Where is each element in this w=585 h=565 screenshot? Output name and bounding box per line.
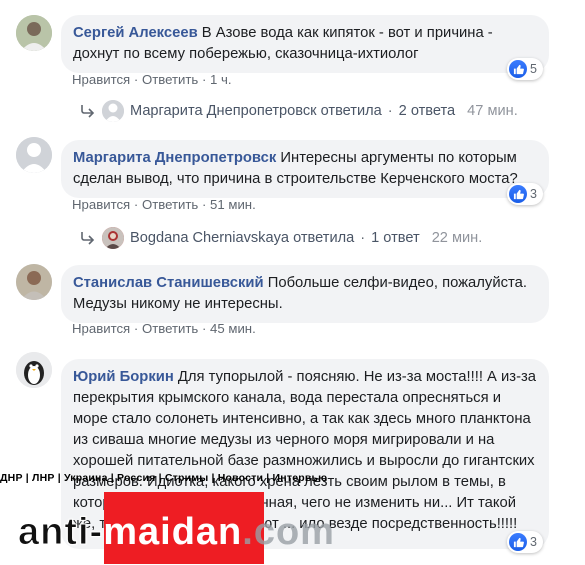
like-icon bbox=[509, 533, 527, 551]
comment-author[interactable]: Юрий Боркин bbox=[73, 369, 174, 385]
reaction-count[interactable]: 5 bbox=[507, 58, 543, 80]
reply-count: 2 ответа bbox=[398, 103, 456, 119]
like-icon bbox=[509, 185, 527, 203]
reaction-number: 5 bbox=[530, 62, 537, 76]
comment-time[interactable]: 1 ч. bbox=[210, 72, 232, 87]
comment-author[interactable]: Маргарита Днепропетровск bbox=[73, 150, 276, 166]
reaction-count[interactable]: 3 bbox=[507, 531, 543, 553]
view-replies[interactable]: Bogdana Cherniavskaya ответила · 1 ответ… bbox=[80, 227, 482, 249]
comment-bubble: Сергей Алексеев В Азове вода как кипяток… bbox=[61, 15, 549, 73]
reply-arrow-icon bbox=[81, 105, 95, 118]
reply-arrow-icon bbox=[81, 232, 95, 245]
like-icon bbox=[509, 60, 527, 78]
comment-actions: Нравится · Ответить · 45 мин. bbox=[72, 321, 256, 336]
comment-author[interactable]: Станислав Станишевский bbox=[73, 275, 264, 291]
reply-time: 22 мин. bbox=[431, 230, 483, 246]
like-link[interactable]: Нравится bbox=[72, 321, 130, 336]
reaction-number: 3 bbox=[530, 187, 537, 201]
reply-count: 1 ответ bbox=[371, 230, 420, 246]
comment-time[interactable]: 45 мин. bbox=[210, 321, 256, 336]
like-link[interactable]: Нравится bbox=[72, 197, 130, 212]
reply-summary: Маргарита Днепропетровск ответила bbox=[130, 103, 382, 119]
comment-time[interactable]: 51 мин. bbox=[210, 197, 256, 212]
comment-text: Для тупорылой - поясняю. Не из-за моста!… bbox=[73, 369, 537, 532]
avatar[interactable] bbox=[16, 137, 52, 173]
reply-time: 47 мин. bbox=[467, 103, 518, 119]
comment-actions: Нравится · Ответить · 1 ч. bbox=[72, 72, 232, 87]
reply-avatar bbox=[102, 100, 124, 122]
reply-avatar bbox=[102, 227, 124, 249]
avatar[interactable] bbox=[16, 352, 52, 388]
reply-summary: Bogdana Cherniavskaya ответила bbox=[130, 230, 355, 246]
reply-link[interactable]: Ответить bbox=[142, 72, 198, 87]
comment-bubble: Юрий Боркин Для тупорылой - поясняю. Не … bbox=[61, 359, 549, 549]
reply-link[interactable]: Ответить bbox=[142, 321, 198, 336]
like-link[interactable]: Нравится bbox=[72, 72, 130, 87]
reaction-count[interactable]: 3 bbox=[507, 183, 543, 205]
avatar[interactable] bbox=[16, 264, 52, 300]
reaction-number: 3 bbox=[530, 535, 537, 549]
view-replies[interactable]: Маргарита Днепропетровск ответила · 2 от… bbox=[80, 100, 518, 122]
comment-bubble: Маргарита Днепропетровск Интересны аргум… bbox=[61, 140, 549, 198]
comment-author[interactable]: Сергей Алексеев bbox=[73, 25, 198, 41]
comment-bubble: Станислав Станишевский Побольше селфи-ви… bbox=[61, 265, 549, 323]
comment-actions: Нравится · Ответить · 51 мин. bbox=[72, 197, 256, 212]
avatar[interactable] bbox=[16, 15, 52, 51]
reply-link[interactable]: Ответить bbox=[142, 197, 198, 212]
